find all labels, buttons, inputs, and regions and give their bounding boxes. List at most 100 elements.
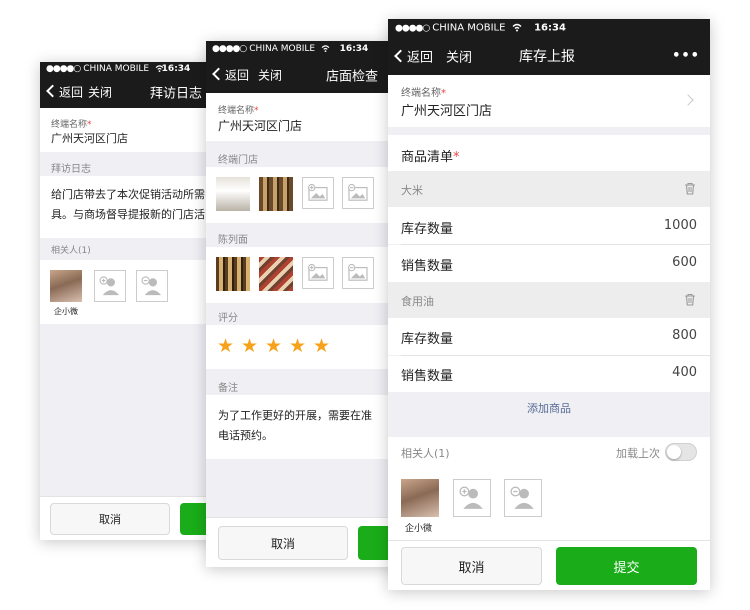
back-label: 返回 [225, 68, 250, 83]
remove-image-icon [348, 264, 368, 281]
toggle-knob [667, 445, 681, 459]
remove-photo-button[interactable] [342, 177, 374, 209]
store-label: 终端门店 [218, 155, 258, 166]
back-button[interactable]: 返回 [394, 47, 434, 66]
required-mark: * [441, 88, 446, 99]
load-last-toggle[interactable] [665, 443, 697, 461]
terminal-label-text: 终端名称 [401, 88, 441, 99]
avatar[interactable] [401, 479, 439, 517]
footer-bar: 取消 [206, 517, 402, 567]
terminal-value: 广州天河区门店 [51, 132, 128, 145]
notes-section[interactable]: 为了工作更好的开展，需要在准 电话预约。 [206, 395, 402, 459]
chevron-left-icon [394, 49, 407, 63]
stock-label: 库存数量 [401, 222, 454, 237]
display-photo-2[interactable] [259, 257, 293, 291]
close-button[interactable]: 关闭 [446, 47, 472, 66]
terminal-label-text: 终端名称 [51, 120, 88, 130]
remove-image-icon [348, 184, 368, 201]
goods-label-text: 商品清单 [401, 150, 454, 165]
back-button[interactable]: 返回 [212, 67, 250, 84]
close-button[interactable]: 关闭 [258, 67, 282, 84]
nav-bar: 返回 关闭 店面检查 [206, 57, 402, 93]
wifi-icon [512, 23, 522, 32]
add-person-button[interactable] [453, 479, 491, 517]
terminal-label: 终端名称* [401, 84, 446, 99]
notes-label: 备注 [218, 383, 238, 394]
rating-section: ★ ★ ★ ★ ★ [206, 325, 402, 369]
cancel-button[interactable]: 取消 [218, 526, 348, 560]
add-product-button[interactable]: 添加商品 [388, 394, 710, 424]
stock-value: 1000 [663, 218, 697, 233]
sales-row[interactable]: 销售数量 600 [388, 245, 710, 282]
log-text-line-1: 给门店带去了本次促销活动所需 [51, 188, 205, 201]
more-icon[interactable]: ••• [672, 49, 700, 64]
terminal-label-text: 终端名称 [218, 106, 255, 116]
remove-person-icon [510, 486, 534, 509]
related-label: 相关人(1) [401, 447, 450, 460]
status-bar: ●●●●○ CHINA MOBILE 16:34 [388, 19, 710, 37]
phone-visit-log: ●●●●○ CHINA MOBILE 16:34 返回 关闭 拜访日志 终端名称*… [40, 62, 230, 540]
cancel-button[interactable]: 取消 [401, 547, 542, 585]
add-photo-button[interactable] [302, 177, 334, 209]
log-text-line-2: 具。与商场督导提报新的门店活 [51, 208, 205, 221]
related-section: 企小微 [40, 260, 230, 324]
add-image-icon [308, 184, 328, 201]
carrier-name: CHINA MOBILE [249, 44, 316, 54]
close-button[interactable]: 关闭 [88, 84, 112, 101]
required-mark: * [254, 106, 259, 116]
nav-bar: 返回 关闭 拜访日志 [40, 76, 230, 108]
log-label: 拜访日志 [51, 164, 91, 175]
remove-person-button[interactable] [504, 479, 542, 517]
phone-inventory-report: ●●●●○ CHINA MOBILE 16:34 返回 关闭 库存上报 ••• 终… [388, 19, 710, 590]
rating-label: 评分 [218, 313, 238, 324]
back-label: 返回 [59, 85, 84, 100]
trash-icon[interactable] [684, 182, 696, 195]
footer-bar: 取消 [40, 496, 230, 540]
star-icon[interactable]: ★ [289, 335, 306, 357]
sales-value: 600 [672, 255, 697, 270]
stock-row[interactable]: 库存数量 1000 [388, 207, 710, 244]
sales-label: 销售数量 [401, 369, 454, 384]
store-photo-1[interactable] [216, 177, 250, 211]
star-icon[interactable]: ★ [217, 335, 234, 357]
product-name: 食用油 [401, 295, 434, 308]
nav-bar: 返回 关闭 库存上报 ••• [388, 37, 710, 75]
remove-person-button[interactable] [136, 270, 168, 302]
stock-row[interactable]: 库存数量 800 [388, 318, 710, 355]
log-section[interactable]: 给门店带去了本次促销活动所需 具。与商场督导提报新的门店活 [40, 176, 230, 238]
back-button[interactable]: 返回 [46, 84, 84, 101]
remove-person-icon [141, 276, 162, 296]
status-bar: ●●●●○ CHINA MOBILE 16:34 [40, 62, 230, 76]
add-image-icon [308, 264, 328, 281]
page-title: 库存上报 [519, 49, 575, 65]
display-photo-1[interactable] [216, 257, 250, 291]
sales-row[interactable]: 销售数量 400 [388, 356, 710, 392]
star-icon[interactable]: ★ [313, 335, 330, 357]
star-icon[interactable]: ★ [241, 335, 258, 357]
cancel-button[interactable]: 取消 [50, 503, 170, 535]
add-photo-button[interactable] [302, 257, 334, 289]
back-label: 返回 [407, 50, 434, 66]
load-last-label: 加载上次 [616, 447, 660, 460]
terminal-section[interactable]: 终端名称* 广州天河区门店 [388, 75, 710, 127]
sales-value: 400 [672, 365, 697, 380]
terminal-section[interactable]: 终端名称* 广州天河区门店 [206, 93, 402, 141]
star-icon[interactable]: ★ [265, 335, 282, 357]
submit-button[interactable]: 提交 [556, 547, 697, 585]
add-person-button[interactable] [94, 270, 126, 302]
trash-icon[interactable] [684, 293, 696, 306]
remove-photo-button[interactable] [342, 257, 374, 289]
required-mark: * [453, 150, 460, 165]
store-photo-2[interactable] [259, 177, 293, 211]
notes-text-line-1: 为了工作更好的开展，需要在准 [218, 409, 372, 422]
avatar[interactable] [50, 270, 82, 302]
display-photos-section [206, 247, 402, 303]
page-title: 店面检查 [326, 69, 379, 85]
person-name: 企小微 [405, 524, 433, 534]
terminal-section[interactable]: 终端名称* 广州天河区门店 [40, 108, 230, 152]
chevron-right-icon [682, 94, 694, 106]
stock-value: 800 [672, 328, 697, 343]
required-mark: * [87, 120, 92, 130]
status-bar: ●●●●○ CHINA MOBILE 16:34 [206, 41, 402, 57]
phone-store-inspection: ●●●●○ CHINA MOBILE 16:34 返回 关闭 店面检查 终端名称*… [206, 41, 402, 567]
